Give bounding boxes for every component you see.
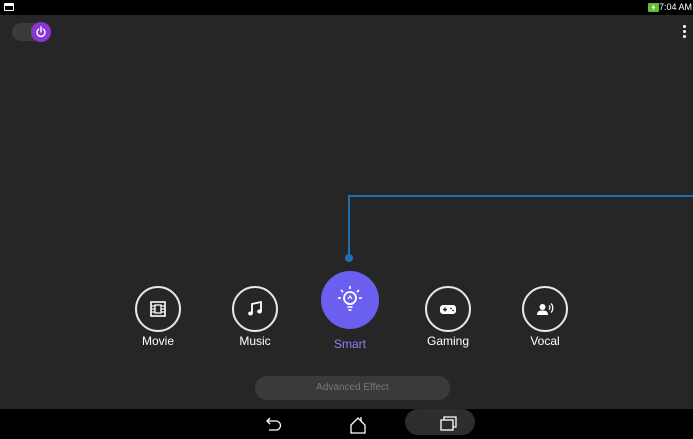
smart-connector-line	[345, 195, 693, 262]
audio-wizard-screen: 7:04 AM Movie Music Smart Gaming Vocal A…	[0, 0, 693, 439]
effect-vocal-label: Vocal	[530, 334, 560, 348]
lightbulb-icon	[338, 286, 362, 311]
music-note-icon	[248, 300, 262, 316]
effect-movie-button[interactable]	[135, 286, 181, 332]
effect-movie-label: Movie	[141, 334, 174, 348]
effect-smart-button[interactable]	[321, 271, 379, 329]
effect-vocal-button[interactable]	[522, 286, 568, 332]
effect-music-label: Music	[239, 334, 271, 348]
effect-gaming-button[interactable]	[425, 286, 471, 332]
effect-music-button[interactable]	[232, 286, 278, 332]
recents-icon	[440, 416, 457, 431]
effect-gaming-label: Gaming	[426, 334, 470, 348]
advanced-effect-button[interactable]: Advanced Effect	[255, 376, 450, 400]
gamepad-icon	[440, 305, 456, 314]
recents-button[interactable]	[413, 409, 483, 439]
effect-smart-label: Smart	[333, 337, 366, 351]
back-icon	[266, 417, 282, 431]
home-button[interactable]	[323, 409, 393, 439]
film-icon	[150, 301, 166, 317]
home-icon	[350, 417, 366, 434]
back-button[interactable]	[239, 409, 309, 439]
voice-icon	[537, 303, 554, 315]
